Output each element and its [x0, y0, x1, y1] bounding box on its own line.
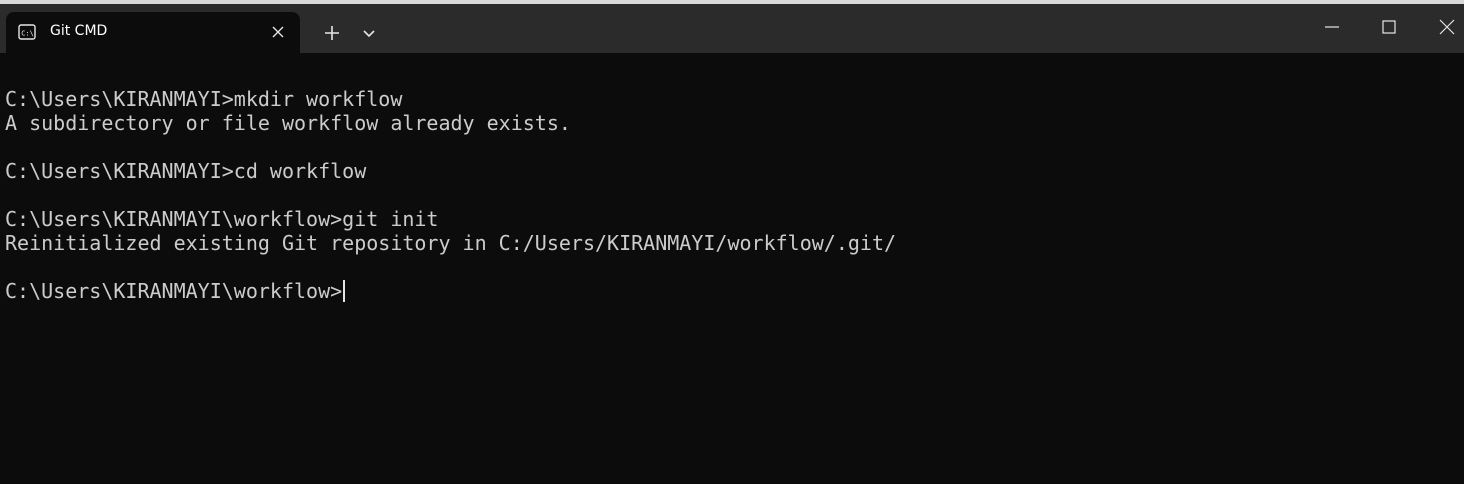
terminal-line: Reinitialized existing Git repository in… [5, 231, 897, 255]
title-bar: C:\ Git CMD [0, 4, 1464, 53]
tab-title: Git CMD [50, 23, 108, 39]
terminal-icon: C:\ [18, 24, 36, 40]
close-tab-icon[interactable] [270, 24, 286, 40]
terminal-output[interactable]: C:\Users\KIRANMAYI>mkdir workflow A subd… [0, 53, 1464, 484]
close-icon[interactable] [1427, 12, 1464, 42]
terminal-line: A subdirectory or file workflow already … [5, 111, 571, 135]
terminal-prompt-line[interactable]: C:\Users\KIRANMAYI\workflow> [5, 279, 346, 303]
minimize-icon[interactable] [1312, 12, 1352, 42]
svg-text:C:\: C:\ [21, 30, 34, 38]
terminal-line: C:\Users\KIRANMAYI>mkdir workflow [5, 87, 403, 111]
maximize-icon[interactable] [1369, 12, 1409, 42]
terminal-prompt: C:\Users\KIRANMAYI\workflow> [5, 279, 343, 303]
tab-git-cmd[interactable]: C:\ Git CMD [6, 12, 300, 53]
terminal-line: C:\Users\KIRANMAYI\workflow>git init [5, 207, 439, 231]
plus-icon[interactable] [318, 21, 346, 45]
text-cursor [343, 280, 346, 302]
chevron-down-icon[interactable] [356, 21, 382, 45]
terminal-line: C:\Users\KIRANMAYI>cd workflow [5, 159, 367, 183]
